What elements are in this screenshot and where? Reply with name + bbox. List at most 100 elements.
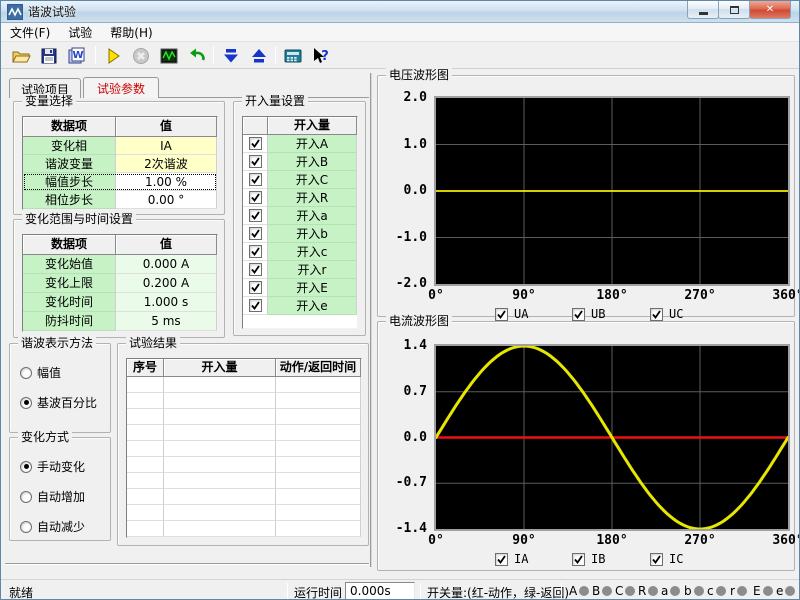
- input-checkbox[interactable]: [249, 227, 262, 240]
- input-row[interactable]: 开入E: [243, 279, 357, 297]
- column-header[interactable]: 值: [116, 117, 217, 137]
- legend-checkbox-IA[interactable]: [495, 553, 508, 566]
- switch-indicator-c: c: [707, 584, 726, 598]
- table-row[interactable]: 幅值步长1.00 %: [23, 173, 217, 191]
- oscilloscope-icon: [159, 46, 179, 66]
- cell-value[interactable]: 1.000 s: [116, 293, 217, 312]
- legend-item-IC[interactable]: IC: [650, 552, 683, 566]
- cell-value[interactable]: 0.000 A: [116, 255, 217, 274]
- input-row[interactable]: 开入c: [243, 243, 357, 261]
- table-row[interactable]: 变化时间1.000 s: [23, 293, 217, 312]
- input-checkbox[interactable]: [249, 281, 262, 294]
- table-row[interactable]: 防抖时间5 ms: [23, 312, 217, 331]
- column-header[interactable]: 数据项: [23, 117, 116, 137]
- legend-item-UB[interactable]: UB: [572, 307, 605, 321]
- close-button[interactable]: ✕: [749, 1, 791, 19]
- menu-help[interactable]: 帮助(H): [101, 22, 161, 43]
- input-row[interactable]: 开入B: [243, 153, 357, 171]
- radio-label: 幅值: [37, 364, 61, 381]
- input-row[interactable]: 开入e: [243, 297, 357, 315]
- column-header[interactable]: [243, 117, 268, 135]
- save-button[interactable]: [37, 44, 61, 67]
- cell-empty: [127, 457, 164, 473]
- status-divider: [561, 583, 562, 599]
- radio-option[interactable]: 自动减少: [20, 518, 85, 535]
- range-time-table: 数据项 值 变化始值0.000 A变化上限0.200 A变化时间1.000 s防…: [22, 234, 218, 332]
- menu-file[interactable]: 文件(F): [1, 22, 59, 43]
- input-row[interactable]: 开入a: [243, 207, 357, 225]
- input-checkbox[interactable]: [249, 137, 262, 150]
- column-header[interactable]: 开入量: [164, 359, 276, 377]
- cell-value[interactable]: 1.00 %: [116, 173, 217, 191]
- radio-dot: [24, 464, 29, 469]
- cell-checkbox: [243, 207, 268, 225]
- indicator-letter: a: [661, 584, 668, 598]
- x-tick-label: 360°: [772, 288, 800, 303]
- input-checkbox[interactable]: [249, 299, 262, 312]
- legend-checkbox-IC[interactable]: [650, 553, 663, 566]
- radio-option[interactable]: 基波百分比: [20, 394, 97, 411]
- radio-option[interactable]: 幅值: [20, 364, 61, 381]
- cell-value[interactable]: 0.00 °: [116, 191, 217, 209]
- radio-option[interactable]: 自动增加: [20, 488, 85, 505]
- input-row[interactable]: 开入A: [243, 135, 357, 153]
- column-header[interactable]: 开入量: [268, 117, 357, 135]
- minimize-button[interactable]: [687, 1, 719, 19]
- legend-item-IA[interactable]: IA: [495, 552, 528, 566]
- context-help-button[interactable]: ?: [309, 44, 333, 67]
- maximize-button[interactable]: [718, 1, 750, 19]
- run-test-button[interactable]: [101, 44, 125, 67]
- input-checkbox[interactable]: [249, 263, 262, 276]
- stop-test-button[interactable]: [129, 44, 153, 67]
- input-checkbox[interactable]: [249, 209, 262, 222]
- table-row[interactable]: 相位步长0.00 °: [23, 191, 217, 209]
- cell-empty: [127, 377, 164, 393]
- cell-value[interactable]: 2次谐波: [116, 155, 217, 173]
- legend-item-UC[interactable]: UC: [650, 307, 683, 321]
- table-row[interactable]: 变化上限0.200 A: [23, 274, 217, 293]
- y-tick-label: 0.7: [378, 384, 427, 399]
- cell-value[interactable]: 0.200 A: [116, 274, 217, 293]
- tab-test-parameters[interactable]: 试验参数: [83, 77, 159, 98]
- input-row[interactable]: 开入C: [243, 171, 357, 189]
- status-divider: [420, 583, 421, 599]
- waveform-display-button[interactable]: [157, 44, 181, 67]
- input-row[interactable]: 开入b: [243, 225, 357, 243]
- step-down-button[interactable]: [219, 44, 243, 67]
- open-file-button[interactable]: [9, 44, 33, 67]
- calculator-button[interactable]: [281, 44, 305, 67]
- legend-checkbox-IB[interactable]: [572, 553, 585, 566]
- legend-checkbox-UC[interactable]: [650, 308, 663, 321]
- minimize-icon: [699, 12, 708, 15]
- export-word-button[interactable]: W: [65, 44, 89, 67]
- table-row[interactable]: 变化相IA: [23, 137, 217, 155]
- input-checkbox[interactable]: [249, 245, 262, 258]
- input-row[interactable]: 开入R: [243, 189, 357, 207]
- input-checkbox[interactable]: [249, 155, 262, 168]
- input-row[interactable]: 开入r: [243, 261, 357, 279]
- column-header[interactable]: 值: [116, 235, 217, 255]
- range-time-body: 变化始值0.000 A变化上限0.200 A变化时间1.000 s防抖时间5 m…: [23, 255, 217, 331]
- column-header[interactable]: 数据项: [23, 235, 116, 255]
- step-up-button[interactable]: [247, 44, 271, 67]
- legend-checkbox-UB[interactable]: [572, 308, 585, 321]
- cell-empty: [127, 489, 164, 505]
- cell-value[interactable]: 5 ms: [116, 312, 217, 331]
- legend-checkbox-UA[interactable]: [495, 308, 508, 321]
- radio-option[interactable]: 手动变化: [20, 458, 85, 475]
- column-header[interactable]: 序号: [127, 359, 164, 377]
- input-checkbox[interactable]: [249, 173, 262, 186]
- table-row[interactable]: 谐波变量2次谐波: [23, 155, 217, 173]
- y-tick-label: 0.0: [378, 183, 427, 198]
- input-checkbox[interactable]: [249, 191, 262, 204]
- legend-item-IB[interactable]: IB: [572, 552, 605, 566]
- title-bar: 谐波试验 ✕: [1, 1, 799, 23]
- cell-value[interactable]: IA: [116, 137, 217, 155]
- column-header[interactable]: 动作/返回时间: [276, 359, 361, 377]
- legend-item-UA[interactable]: UA: [495, 307, 528, 321]
- undo-button[interactable]: [185, 44, 209, 67]
- menu-test[interactable]: 试验: [59, 22, 101, 43]
- table-row[interactable]: 变化始值0.000 A: [23, 255, 217, 274]
- cell-empty: [276, 457, 361, 473]
- x-tick-label: 90°: [512, 533, 535, 548]
